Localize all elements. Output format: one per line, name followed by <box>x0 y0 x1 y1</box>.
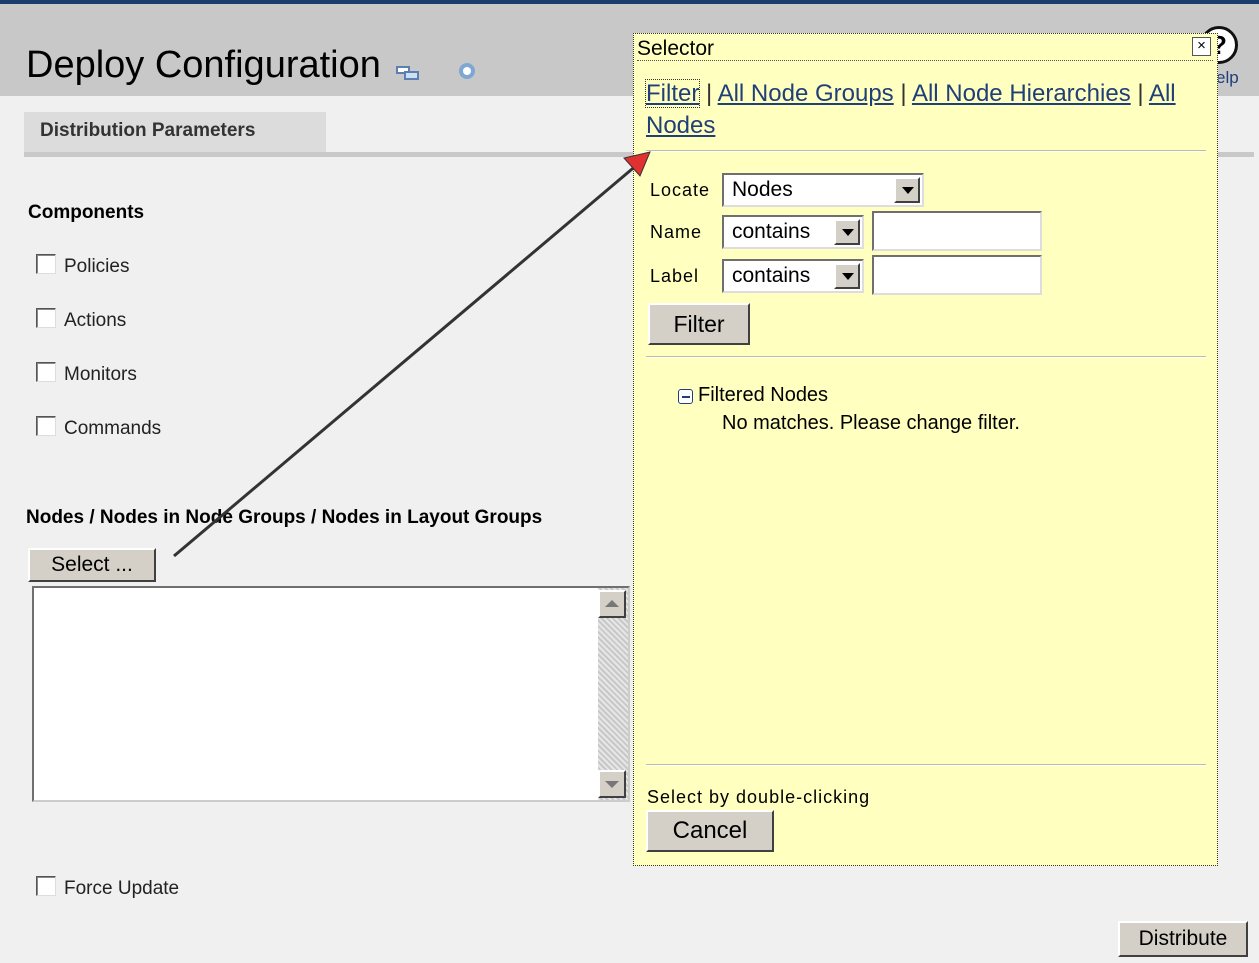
annotation-arrow <box>173 151 651 558</box>
